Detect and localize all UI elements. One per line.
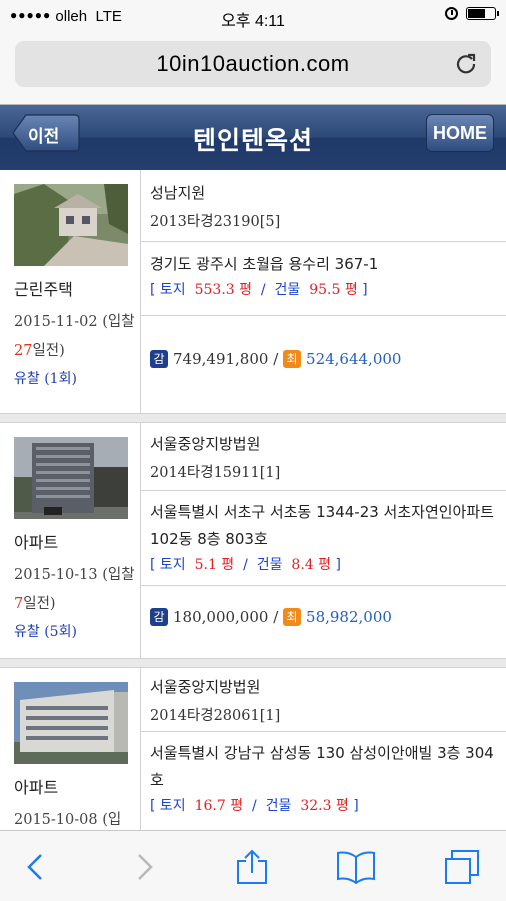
home-button[interactable]: HOME xyxy=(426,114,494,152)
auction-date: 2015-11-02 (입찰 27일전) xyxy=(14,314,135,359)
appraisal-price: 180,000,000 xyxy=(173,608,269,626)
court-name: 서울중앙지방법원 xyxy=(150,435,261,453)
list-item[interactable]: 아파트 2015-10-13 (입찰 7일전) 유찰 (5회) 서울중앙지방법원… xyxy=(0,423,506,658)
property-type: 아파트 xyxy=(14,533,59,552)
status-time: 오후 4:11 xyxy=(221,13,285,30)
minimum-badge: 최 xyxy=(283,608,302,626)
browser-address-bar: 10in10auction.com xyxy=(0,34,506,105)
case-number[interactable]: 2013타경23190[5] xyxy=(150,210,506,231)
browser-toolbar xyxy=(0,830,506,901)
list-item[interactable]: 근린주택 2015-11-02 (입찰 27일전) 유찰 (1회) 성남지원 2… xyxy=(0,170,506,413)
reload-icon[interactable] xyxy=(455,52,477,74)
court-name: 성남지원 xyxy=(150,184,206,202)
property-address: 서울특별시 서초구 서초동 1344-23 서초자연인아파트 102동 8층 8… xyxy=(150,503,494,548)
property-type: 근린주택 xyxy=(14,280,73,299)
auction-list: 근린주택 2015-11-02 (입찰 27일전) 유찰 (1회) 성남지원 2… xyxy=(0,170,506,830)
minimum-price: 524,644,000 xyxy=(306,350,402,368)
property-address: 서울특별시 강남구 삼성동 130 삼성이안애빌 3층 304호 xyxy=(150,744,494,789)
site-header: 이전 텐인텐옥션 HOME xyxy=(0,105,506,170)
minimum-price: 58,982,000 xyxy=(306,608,392,626)
url-text: 10in10auction.com xyxy=(156,51,350,76)
minimum-badge: 최 xyxy=(283,350,302,368)
property-address: 경기도 광주시 초월읍 용수리 367-1 xyxy=(150,255,379,273)
item-divider xyxy=(0,658,506,668)
area-info: [ 토지 16.7 평 / 건물 32.3 평 ] xyxy=(150,798,359,814)
area-info: [ 토지 553.3 평 / 건물 95.5 평 ] xyxy=(150,282,368,298)
status-bar: ●●●●● olleh LTE 오후 4:11 xyxy=(0,0,506,34)
back-arrow-icon[interactable] xyxy=(16,849,56,885)
auction-result: 유찰 (1회) xyxy=(14,371,77,387)
url-field[interactable]: 10in10auction.com xyxy=(15,41,491,87)
tabs-icon[interactable] xyxy=(442,849,482,885)
share-icon[interactable] xyxy=(232,849,272,885)
bookmarks-icon[interactable] xyxy=(336,849,376,885)
case-number[interactable]: 2014타경28061[1] xyxy=(150,704,506,725)
auction-date: 2015-10-08 (입 xyxy=(14,812,122,828)
days-left: 27 xyxy=(14,343,33,359)
court-name: 서울중앙지방법원 xyxy=(150,678,261,696)
forward-arrow-icon[interactable] xyxy=(124,849,164,885)
price-info: 감 180,000,000 / 최 58,982,000 xyxy=(150,608,506,626)
item-divider xyxy=(0,413,506,423)
days-left: 7 xyxy=(14,596,24,612)
property-photo xyxy=(14,682,128,764)
list-item[interactable]: 아파트 2015-10-08 (입 서울중앙지방법원 2014타경28061[1… xyxy=(0,668,506,830)
case-number[interactable]: 2014타경15911[1] xyxy=(150,461,506,482)
alarm-icon xyxy=(445,7,458,20)
appraisal-badge: 감 xyxy=(150,350,168,368)
property-photo xyxy=(14,184,128,266)
property-photo xyxy=(14,437,128,519)
area-info: [ 토지 5.1 평 / 건물 8.4 평 ] xyxy=(150,557,341,573)
property-type: 아파트 xyxy=(14,778,59,797)
battery-icon xyxy=(466,7,499,20)
auction-result: 유찰 (5회) xyxy=(14,624,77,640)
price-info: 감 749,491,800 / 최 524,644,000 xyxy=(150,350,506,368)
auction-date: 2015-10-13 (입찰 7일전) xyxy=(14,567,135,612)
appraisal-badge: 감 xyxy=(150,608,168,626)
appraisal-price: 749,491,800 xyxy=(173,350,269,368)
